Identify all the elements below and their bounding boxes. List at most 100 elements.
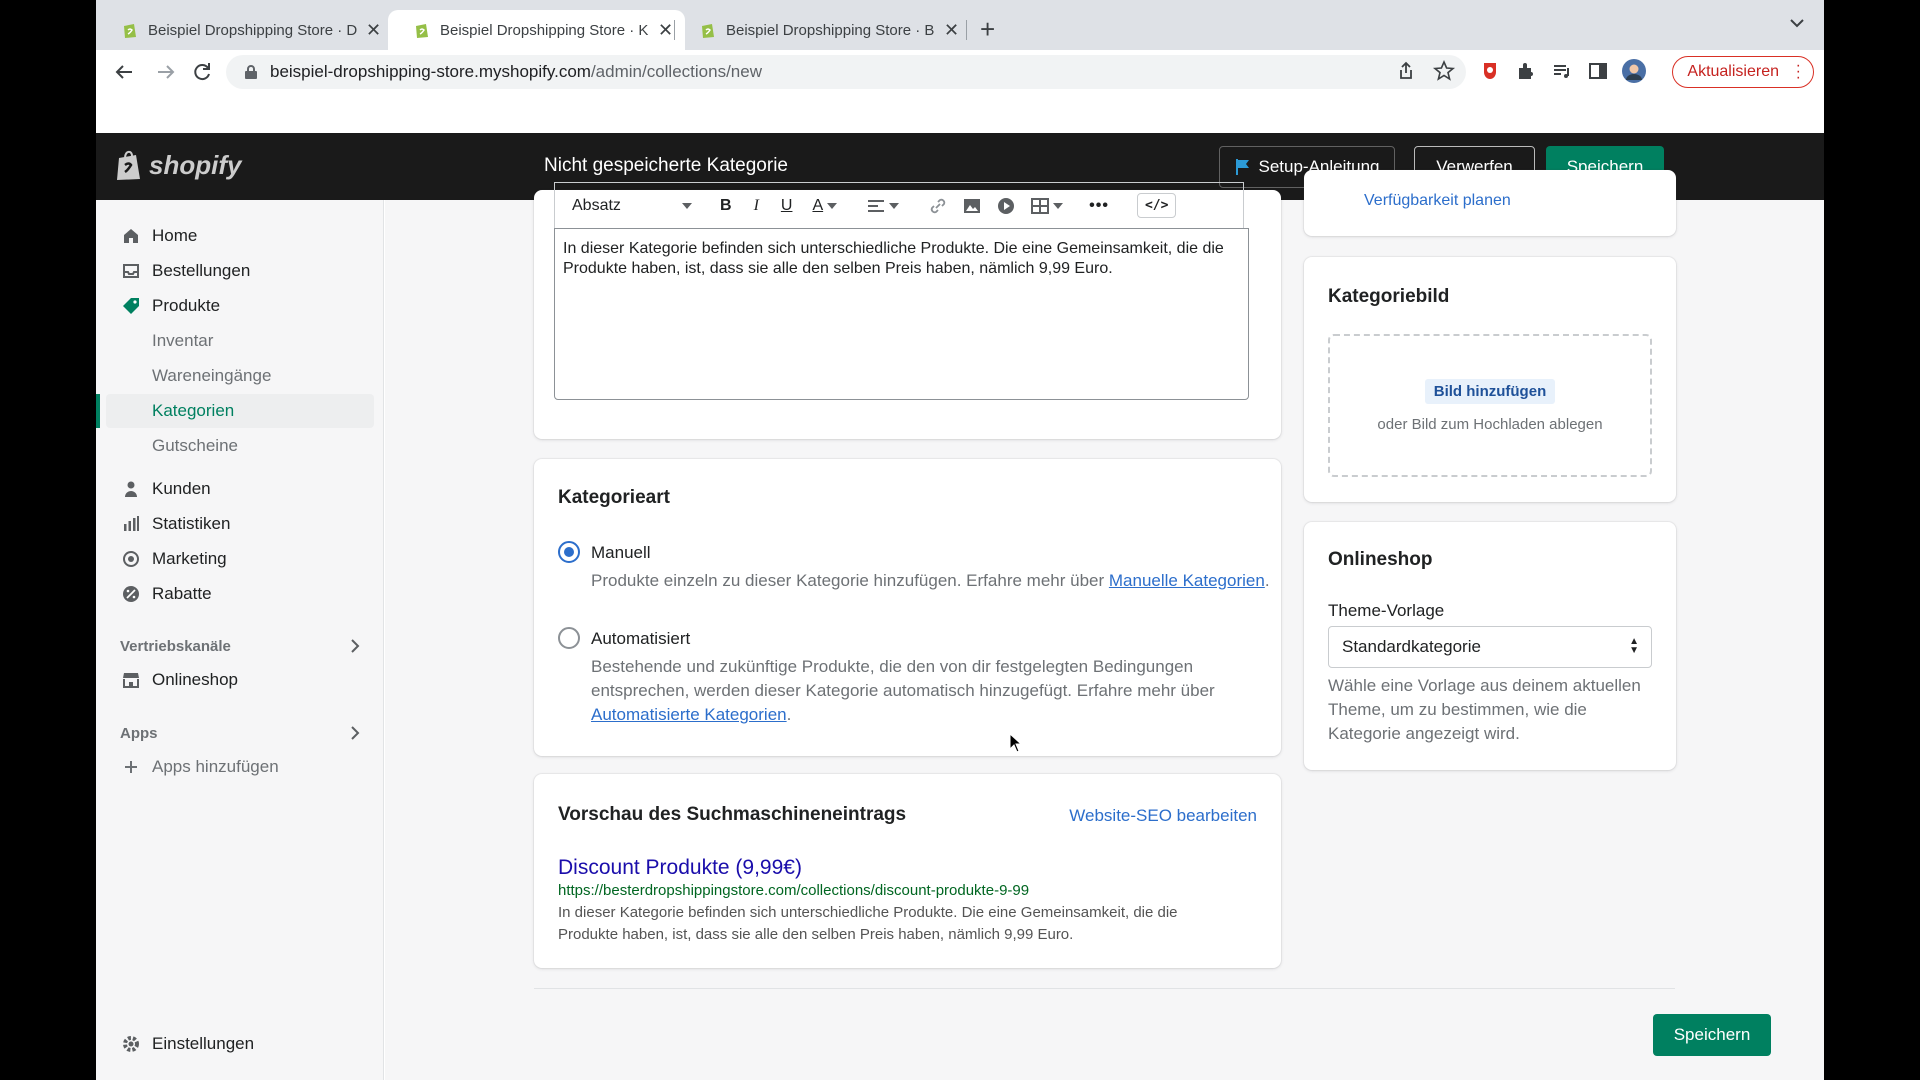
browser-tab-1[interactable]: Beispiel Dropshipping Store · D ✕ bbox=[96, 10, 393, 50]
sidebar-item-online-store[interactable]: Onlineshop bbox=[106, 663, 374, 697]
browser-tab-strip: Beispiel Dropshipping Store · D ✕ Beispi… bbox=[96, 0, 1824, 50]
table-icon[interactable] bbox=[1031, 197, 1050, 215]
caret-down-icon bbox=[682, 202, 692, 209]
image-dropzone[interactable]: Bild hinzufügen oder Bild zum Hochladen … bbox=[1328, 334, 1652, 477]
caret-down-icon bbox=[1053, 202, 1064, 209]
more-horizontal-icon[interactable]: ••• bbox=[1089, 197, 1109, 215]
sidebar-item-label: Home bbox=[152, 226, 198, 245]
seo-preview-url: https://besterdropshippingstore.com/coll… bbox=[558, 882, 1030, 899]
manual-help: Produkte einzeln zu dieser Kategorie hin… bbox=[591, 571, 1109, 590]
shopify-favicon-icon bbox=[124, 24, 136, 38]
seo-preview-title: Vorschau des Suchmaschineneintrags bbox=[558, 804, 907, 825]
browser-tab-2[interactable]: Beispiel Dropshipping Store · K ✕ bbox=[388, 10, 686, 50]
manual-radio[interactable] bbox=[558, 541, 580, 563]
underline-icon[interactable]: U bbox=[781, 197, 793, 215]
sidebar-item-gift-cards[interactable]: Gutscheine bbox=[106, 429, 374, 463]
sidebar-item-inventory[interactable]: Inventar bbox=[106, 324, 374, 358]
sidebar-item-products[interactable]: Produkte bbox=[106, 289, 374, 323]
close-tab-icon[interactable]: ✕ bbox=[366, 20, 381, 41]
sidebar-item-label: Marketing bbox=[152, 549, 227, 568]
shopify-bag-icon bbox=[117, 150, 140, 180]
share-icon[interactable] bbox=[1394, 59, 1418, 83]
bookmark-star-icon[interactable] bbox=[1432, 59, 1456, 83]
video-icon[interactable] bbox=[997, 197, 1015, 215]
new-tab-icon[interactable]: + bbox=[980, 14, 995, 45]
store-icon bbox=[121, 670, 141, 690]
manual-radio-label[interactable]: Manuell bbox=[591, 543, 651, 563]
paragraph-format-select[interactable]: Absatz bbox=[572, 197, 682, 215]
sidebar-item-analytics[interactable]: Statistiken bbox=[106, 507, 374, 541]
close-tab-icon[interactable]: ✕ bbox=[944, 20, 959, 41]
link-icon[interactable] bbox=[929, 197, 947, 215]
theme-template-select[interactable]: Standardkategorie ▲ ▼ bbox=[1328, 626, 1652, 668]
image-icon[interactable] bbox=[963, 197, 981, 215]
tab-search-chevron-icon[interactable] bbox=[1788, 16, 1806, 30]
flag-icon bbox=[1235, 159, 1249, 175]
reload-icon[interactable] bbox=[188, 58, 216, 86]
tag-icon bbox=[121, 296, 141, 316]
caret-down-icon bbox=[827, 202, 838, 209]
save-button-bottom[interactable]: Speichern bbox=[1653, 1014, 1771, 1056]
side-panel-icon[interactable] bbox=[1586, 59, 1610, 83]
url-path: /admin/collections/new bbox=[590, 62, 762, 81]
manual-collections-link[interactable]: Manuelle Kategorien bbox=[1109, 571, 1265, 590]
rich-text-toolbar: Absatz B I U A ••• </> bbox=[554, 182, 1244, 228]
sidebar-item-label: Inventar bbox=[152, 331, 214, 350]
add-image-button[interactable]: Bild hinzufügen bbox=[1424, 378, 1556, 404]
url-host: beispiel-dropshipping-store.myshopify.co… bbox=[270, 62, 591, 81]
sidebar-item-transfers[interactable]: Wareneingänge bbox=[106, 359, 374, 393]
tab-title: Beispiel Dropshipping Store · K bbox=[440, 21, 649, 39]
sales-channels-heading: Vertriebskanäle bbox=[120, 638, 231, 655]
browser-toolbar: beispiel-dropshipping-store.myshopify.co… bbox=[96, 50, 1824, 94]
address-bar[interactable]: beispiel-dropshipping-store.myshopify.co… bbox=[226, 55, 1466, 89]
bold-icon[interactable]: B bbox=[720, 197, 732, 215]
text-color-icon[interactable]: A bbox=[812, 197, 823, 215]
sidebar-item-customers[interactable]: Kunden bbox=[106, 472, 374, 506]
automated-radio-label[interactable]: Automatisiert bbox=[591, 629, 690, 649]
active-indicator bbox=[96, 394, 100, 428]
app-window: Beispiel Dropshipping Store · D ✕ Beispi… bbox=[96, 0, 1824, 1080]
sidebar-item-discounts[interactable]: Rabatte bbox=[106, 577, 374, 611]
description-editor[interactable]: In dieser Kategorie befinden sich unters… bbox=[554, 228, 1249, 400]
media-queue-icon[interactable] bbox=[1550, 59, 1574, 83]
manual-help-text: Produkte einzeln zu dieser Kategorie hin… bbox=[591, 571, 1270, 590]
extension-shield-icon[interactable] bbox=[1478, 59, 1502, 83]
inbox-icon bbox=[121, 261, 141, 281]
online-store-title: Onlineshop bbox=[1328, 549, 1433, 570]
schedule-availability-link[interactable]: Verfügbarkeit planen bbox=[1364, 192, 1511, 210]
automated-radio[interactable] bbox=[558, 627, 580, 649]
more-vertical-icon[interactable]: · · · bbox=[1796, 58, 1801, 86]
close-tab-icon[interactable]: ✕ bbox=[658, 20, 673, 41]
automated-collections-link[interactable]: Automatisierte Kategorien bbox=[591, 705, 787, 724]
italic-icon[interactable]: I bbox=[754, 197, 759, 215]
sidebar-item-orders[interactable]: Bestellungen bbox=[106, 254, 374, 288]
availability-card: Verfügbarkeit planen bbox=[1304, 170, 1676, 236]
browser-tab-3[interactable]: Beispiel Dropshipping Store · B ✕ bbox=[674, 10, 971, 50]
back-arrow-icon[interactable] bbox=[110, 58, 138, 86]
bar-chart-icon bbox=[121, 514, 141, 534]
shopify-logo[interactable]: shopify bbox=[115, 149, 241, 181]
sidebar-item-add-apps[interactable]: Apps hinzufügen bbox=[106, 750, 374, 784]
edit-seo-link[interactable]: Website-SEO bearbeiten bbox=[1069, 806, 1257, 826]
sidebar-item-label: Rabatte bbox=[152, 584, 212, 603]
profile-avatar[interactable] bbox=[1622, 59, 1646, 83]
tab-title: Beispiel Dropshipping Store · B bbox=[726, 21, 935, 39]
code-view-icon[interactable]: </> bbox=[1136, 193, 1177, 218]
caret-down-icon bbox=[889, 202, 900, 209]
sidebar-item-home[interactable]: Home bbox=[106, 219, 374, 253]
sidebar-item-label: Produkte bbox=[152, 296, 221, 315]
forward-arrow-icon[interactable] bbox=[152, 58, 180, 86]
sidebar-item-label: Einstellungen bbox=[152, 1034, 255, 1053]
theme-template-value: Standardkategorie bbox=[1342, 637, 1481, 656]
home-icon bbox=[121, 226, 141, 246]
align-icon[interactable] bbox=[867, 199, 885, 213]
sidebar-item-settings[interactable]: Einstellungen bbox=[106, 1027, 374, 1061]
sidebar-item-label: Kategorien bbox=[152, 401, 235, 420]
extensions-puzzle-icon[interactable] bbox=[1514, 59, 1538, 83]
sidebar-item-marketing[interactable]: Marketing bbox=[106, 542, 374, 576]
sidebar-item-label: Bestellungen bbox=[152, 261, 251, 280]
sidebar-item-collections[interactable]: Kategorien bbox=[106, 394, 374, 428]
chevron-right-icon[interactable] bbox=[349, 725, 361, 741]
chevron-right-icon[interactable] bbox=[349, 638, 361, 654]
update-chrome-button[interactable]: Aktualisieren · · · bbox=[1672, 56, 1814, 88]
